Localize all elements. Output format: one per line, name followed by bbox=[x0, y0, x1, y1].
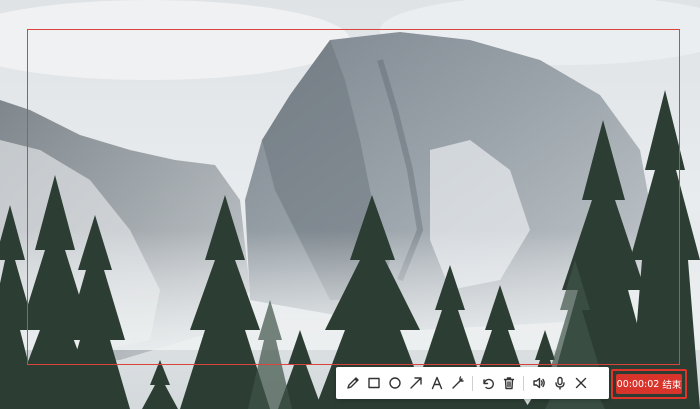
annotation-toolbar bbox=[336, 367, 609, 399]
recording-timer: 00:00:02 bbox=[616, 378, 660, 390]
magic-wand-icon[interactable] bbox=[447, 373, 468, 394]
arrow-icon[interactable] bbox=[405, 373, 426, 394]
toolbar-divider bbox=[523, 375, 524, 391]
close-icon[interactable] bbox=[570, 373, 591, 394]
toolbar-divider bbox=[472, 375, 473, 391]
stop-recording-button[interactable]: 00:00:02 结束 bbox=[616, 374, 682, 394]
pencil-icon[interactable] bbox=[342, 373, 363, 394]
mountain-forest-wallpaper bbox=[0, 0, 700, 409]
circle-icon[interactable] bbox=[384, 373, 405, 394]
speaker-icon[interactable] bbox=[528, 373, 549, 394]
square-icon[interactable] bbox=[363, 373, 384, 394]
trash-icon[interactable] bbox=[498, 373, 519, 394]
stop-label: 结束 bbox=[662, 380, 682, 391]
text-icon[interactable] bbox=[426, 373, 447, 394]
undo-icon[interactable] bbox=[477, 373, 498, 394]
microphone-icon[interactable] bbox=[549, 373, 570, 394]
stop-recording-highlight: 00:00:02 结束 bbox=[611, 369, 687, 399]
screen-recorder: 00:00:02 结束 bbox=[0, 0, 700, 409]
